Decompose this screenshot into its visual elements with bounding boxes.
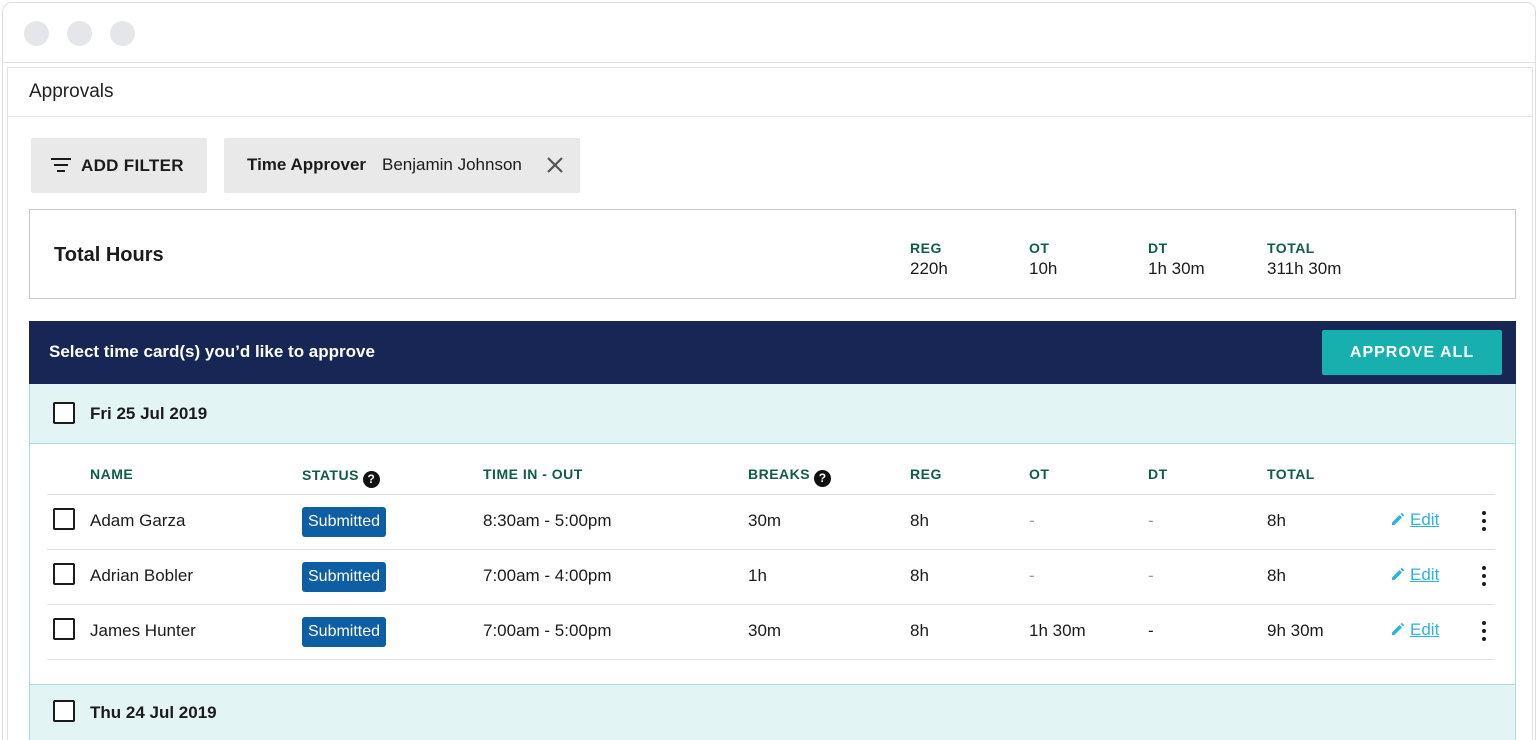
table-row: Adam Garza Submitted 8:30am - 5:00pm 30m… <box>30 495 1515 550</box>
more-vertical-icon[interactable] <box>1480 621 1488 643</box>
page-title: Approvals <box>29 81 114 102</box>
column-header-name: NAME <box>90 466 134 482</box>
column-header-ot: OT <box>1029 466 1050 482</box>
total-ot-value: 10h <box>1029 259 1058 278</box>
row-reg: 8h <box>910 621 929 640</box>
add-filter-label: ADD FILTER <box>81 156 184 175</box>
window-minimize-dot[interactable] <box>67 21 92 46</box>
row-reg: 8h <box>910 566 929 585</box>
date-group-header: Thu 24 Jul 2019 <box>29 684 1516 740</box>
approve-all-button[interactable]: APPROVE ALL <box>1322 330 1502 375</box>
window-close-dot[interactable] <box>24 21 49 46</box>
total-hours-title: Total Hours <box>54 244 164 266</box>
column-header-reg: REG <box>910 466 942 482</box>
total-reg-value: 220h <box>910 259 948 278</box>
edit-link[interactable]: Edit <box>1390 510 1439 530</box>
row-time: 7:00am - 4:00pm <box>483 566 612 585</box>
column-header-breaks: BREAKS? <box>748 466 832 487</box>
total-total-value: 311h 30m <box>1267 259 1342 278</box>
total-dt-label: DT <box>1148 240 1168 256</box>
row-total: 9h 30m <box>1267 621 1324 640</box>
pencil-icon <box>1392 622 1405 635</box>
total-ot: OT 10h <box>1029 240 1057 279</box>
filter-chip-key: Time Approver <box>247 155 367 174</box>
table-row: James Hunter Submitted 7:00am - 5:00pm 3… <box>30 605 1515 660</box>
total-reg-label: REG <box>910 240 942 256</box>
group-date-label: Fri 25 Jul 2019 <box>90 404 208 423</box>
filter-icon <box>51 158 71 172</box>
row-total: 8h <box>1267 511 1286 530</box>
total-dt-value: 1h 30m <box>1148 259 1205 278</box>
row-dt: - <box>1148 621 1154 640</box>
edit-label: Edit <box>1410 565 1440 584</box>
row-breaks: 1h <box>748 566 767 585</box>
total-dt: DT 1h 30m <box>1148 240 1205 279</box>
row-dt: - <box>1148 511 1154 530</box>
row-breaks: 30m <box>748 511 782 530</box>
group-date-label: Thu 24 Jul 2019 <box>90 703 217 722</box>
status-badge: Submitted <box>302 562 387 592</box>
edit-label: Edit <box>1410 620 1440 639</box>
total-total-label: TOTAL <box>1267 240 1315 256</box>
row-time: 7:00am - 5:00pm <box>483 621 612 640</box>
window-titlebar <box>3 3 1535 63</box>
row-name: James Hunter <box>90 621 196 640</box>
column-header-status-label: STATUS <box>302 467 359 483</box>
group-checkbox[interactable] <box>53 700 75 722</box>
row-ot: - <box>1029 566 1035 585</box>
edit-label: Edit <box>1410 510 1440 529</box>
approve-banner: Select time card(s) you’d like to approv… <box>29 321 1516 384</box>
column-header-breaks-label: BREAKS <box>748 466 811 482</box>
filter-chip-time-approver: Time Approver Benjamin Johnson <box>224 138 580 193</box>
banner-instruction: Select time card(s) you’d like to approv… <box>49 342 375 361</box>
column-header-status: STATUS? <box>302 467 380 488</box>
row-time: 8:30am - 5:00pm <box>483 511 612 530</box>
pencil-icon <box>1392 567 1405 580</box>
close-icon[interactable] <box>544 154 566 176</box>
edit-link[interactable]: Edit <box>1390 565 1439 585</box>
approvals-page: Approvals ADD FILTER Time Approver Benja… <box>7 67 1533 740</box>
total-total: TOTAL 311h 30m <box>1267 240 1341 279</box>
total-hours-card: Total Hours REG 220h OT 10h DT 1h 30m TO… <box>29 209 1516 299</box>
pencil-icon <box>1392 512 1405 525</box>
page-header: Approvals <box>8 68 1532 117</box>
column-header-time: TIME IN - OUT <box>483 466 583 482</box>
row-dt: - <box>1148 566 1154 585</box>
more-vertical-icon[interactable] <box>1480 566 1488 588</box>
app-window: Approvals ADD FILTER Time Approver Benja… <box>2 2 1536 740</box>
row-ot: 1h 30m <box>1029 621 1086 640</box>
row-divider <box>47 659 1495 660</box>
row-name: Adam Garza <box>90 511 186 530</box>
row-name: Adrian Bobler <box>90 566 194 585</box>
total-reg: REG 220h <box>910 240 948 279</box>
help-icon[interactable]: ? <box>362 471 380 488</box>
filter-chip-value: Benjamin Johnson <box>382 155 522 174</box>
row-checkbox[interactable] <box>53 563 75 585</box>
row-reg: 8h <box>910 511 929 530</box>
table-row: Adrian Bobler Submitted 7:00am - 4:00pm … <box>30 550 1515 605</box>
more-vertical-icon[interactable] <box>1480 511 1488 533</box>
timecard-table: NAME STATUS? TIME IN - OUT BREAKS? REG O… <box>29 444 1516 684</box>
status-badge: Submitted <box>302 617 387 647</box>
row-breaks: 30m <box>748 621 782 640</box>
column-header-total: TOTAL <box>1267 466 1315 482</box>
window-maximize-dot[interactable] <box>110 21 135 46</box>
column-header-dt: DT <box>1148 466 1168 482</box>
status-badge: Submitted <box>302 507 387 537</box>
help-icon[interactable]: ? <box>814 470 832 487</box>
row-ot: - <box>1029 511 1035 530</box>
add-filter-button[interactable]: ADD FILTER <box>31 138 207 193</box>
date-group-header: Fri 25 Jul 2019 <box>29 384 1516 444</box>
row-checkbox[interactable] <box>53 618 75 640</box>
row-checkbox[interactable] <box>53 508 75 530</box>
group-checkbox[interactable] <box>53 402 75 424</box>
edit-link[interactable]: Edit <box>1390 620 1439 640</box>
total-ot-label: OT <box>1029 240 1050 256</box>
row-total: 8h <box>1267 566 1286 585</box>
